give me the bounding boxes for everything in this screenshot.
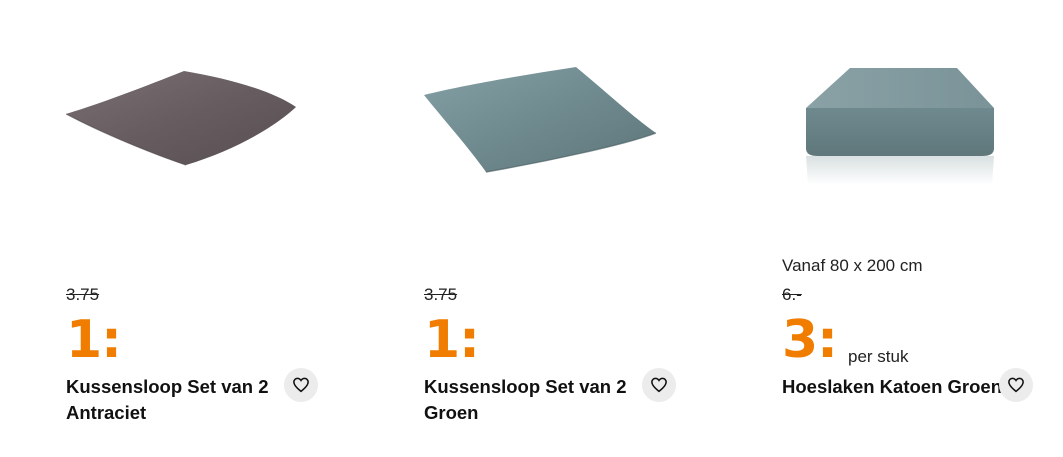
old-price: 3.75 xyxy=(66,285,100,304)
fitted-sheet-green-image[interactable] xyxy=(782,40,1022,200)
product-card[interactable]: Vanaf 80 x 200 cm 6.- 3: per stuk Hoesla… xyxy=(782,0,1052,457)
price: 1: xyxy=(424,310,480,370)
heart-icon xyxy=(651,377,667,393)
per-unit-label: per stuk xyxy=(848,347,909,366)
favorite-button[interactable] xyxy=(284,368,318,402)
product-title[interactable]: Kussensloop Set van 2 Antraciet xyxy=(66,374,281,426)
heart-icon xyxy=(1008,377,1024,393)
product-title[interactable]: Hoeslaken Katoen Groen xyxy=(782,374,1002,400)
favorite-button[interactable] xyxy=(642,368,676,402)
product-card[interactable]: 3.75 1: Kussensloop Set van 2 Groen xyxy=(424,0,724,457)
old-price: 6.- xyxy=(782,285,802,304)
pillowcase-anthracite-image[interactable] xyxy=(66,40,366,200)
product-card[interactable]: 3.75 1: Kussensloop Set van 2 Antraciet xyxy=(66,0,366,457)
price: 3: xyxy=(782,310,838,370)
old-price: 3.75 xyxy=(424,285,458,304)
price: 1: xyxy=(66,310,122,370)
size-note: Vanaf 80 x 200 cm xyxy=(782,256,923,275)
product-title[interactable]: Kussensloop Set van 2 Groen xyxy=(424,374,639,426)
pillowcase-green-image[interactable] xyxy=(424,40,724,200)
heart-icon xyxy=(293,377,309,393)
favorite-button[interactable] xyxy=(999,368,1033,402)
